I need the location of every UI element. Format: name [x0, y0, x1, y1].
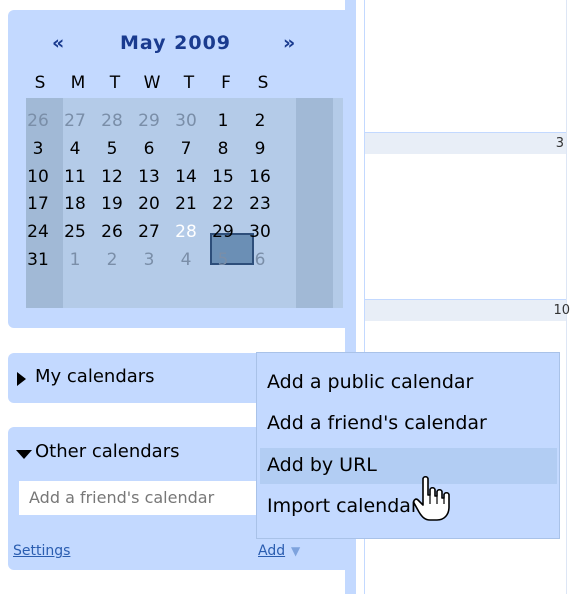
menu-item-import-calendar[interactable]: Import calendar — [257, 489, 559, 525]
day-cell[interactable]: 17 — [20, 194, 56, 214]
day-cell[interactable]: 13 — [131, 167, 167, 187]
day-cell[interactable]: 15 — [205, 167, 241, 187]
menu-item-label: Add a friend's calendar — [267, 412, 487, 434]
collapsed-arrow-icon — [17, 372, 26, 386]
day-cell[interactable]: 1 — [205, 111, 241, 131]
expanded-arrow-icon[interactable] — [16, 450, 32, 459]
day-cell[interactable]: 31 — [20, 250, 56, 270]
day-cell[interactable]: 11 — [57, 167, 93, 187]
menu-item-add-friends-calendar[interactable]: Add a friend's calendar — [257, 406, 559, 442]
day-cell[interactable]: 16 — [242, 167, 278, 187]
other-calendars-label[interactable]: Other calendars — [35, 441, 179, 462]
week-row: 17 18 19 20 21 22 23 — [20, 193, 337, 218]
day-cell[interactable]: 4 — [168, 250, 204, 270]
day-cell[interactable]: 29 — [131, 111, 167, 131]
week-row: 31 1 2 3 4 5 6 — [20, 249, 337, 274]
prev-month-button[interactable]: « — [52, 32, 64, 54]
selected-day[interactable]: 28 — [168, 222, 204, 242]
day-number: 10 — [553, 303, 570, 318]
day-cell[interactable]: 27 — [131, 222, 167, 242]
day-cell[interactable]: 28 — [94, 111, 130, 131]
day-number: 3 — [555, 136, 564, 151]
day-cell[interactable]: 2 — [94, 250, 130, 270]
add-calendar-menu: Add a public calendar Add a friend's cal… — [256, 352, 560, 539]
day-cell[interactable]: 2 — [242, 111, 278, 131]
day-cell[interactable]: 23 — [242, 194, 278, 214]
day-cell[interactable]: 22 — [205, 194, 241, 214]
day-cell[interactable]: 30 — [168, 111, 204, 131]
mini-calendar: « May 2009 » S M T W T F S 26 27 28 29 30 1 2 3… — [8, 10, 345, 328]
day-cell[interactable]: 19 — [94, 194, 130, 214]
settings-link[interactable]: Settings — [13, 543, 70, 559]
day-cell[interactable]: 26 — [20, 111, 56, 131]
dropdown-arrow-icon[interactable]: ▼ — [291, 544, 300, 558]
add-link[interactable]: Add — [258, 543, 285, 559]
menu-item-add-public-calendar[interactable]: Add a public calendar — [257, 365, 559, 401]
week-row: 3456789 — [20, 138, 337, 163]
menu-item-add-by-url[interactable]: Add by URL — [260, 448, 557, 484]
menu-item-label: Add by URL — [267, 454, 377, 476]
weekday-label: S — [257, 73, 269, 93]
week-row: 10 11 12 13 14 15 16 — [20, 166, 337, 191]
day-cell[interactable]: 5 — [205, 250, 241, 270]
day-cell[interactable]: 9 — [242, 139, 278, 159]
day-cell[interactable]: 20 — [131, 194, 167, 214]
grid-line — [566, 0, 567, 594]
day-cell[interactable]: 3 — [131, 250, 167, 270]
my-calendars-label: My calendars — [35, 366, 155, 387]
day-cell[interactable]: 14 — [168, 167, 204, 187]
day-cell[interactable]: 6 — [242, 250, 278, 270]
day-cell[interactable]: 10 — [20, 167, 56, 187]
day-cell[interactable]: 4 — [57, 139, 93, 159]
add-friend-calendar-input[interactable]: Add a friend's calendar — [18, 480, 263, 516]
day-cell[interactable]: 25 — [57, 222, 93, 242]
day-cell-header[interactable]: 10 — [365, 299, 570, 321]
menu-item-label: Import calendar — [267, 495, 419, 517]
day-cell[interactable]: 6 — [131, 139, 167, 159]
month-title: May 2009 — [120, 32, 232, 54]
day-cell-header[interactable]: 3 — [365, 132, 566, 154]
day-cell[interactable]: 27 — [57, 111, 93, 131]
next-month-button[interactable]: » — [283, 32, 295, 54]
week-row: 26 27 28 29 30 1 2 — [20, 110, 337, 135]
day-cell[interactable]: 12 — [94, 167, 130, 187]
day-cell[interactable]: 30 — [242, 222, 278, 242]
day-cell[interactable]: 26 — [94, 222, 130, 242]
hand-cursor-icon — [413, 475, 450, 521]
day-cell[interactable]: 8 — [205, 139, 241, 159]
day-cell[interactable]: 21 — [168, 194, 204, 214]
menu-item-label: Add a public calendar — [267, 371, 474, 393]
day-cell[interactable]: 18 — [57, 194, 93, 214]
day-cell[interactable]: 5 — [94, 139, 130, 159]
day-cell[interactable]: 24 — [20, 222, 56, 242]
day-cell[interactable]: 7 — [168, 139, 204, 159]
day-cell[interactable]: 29 — [205, 222, 241, 242]
day-cell[interactable]: 1 — [57, 250, 93, 270]
day-cell[interactable]: 3 — [20, 139, 56, 159]
week-row: 24 25 26 27 28 29 30 — [20, 221, 337, 246]
